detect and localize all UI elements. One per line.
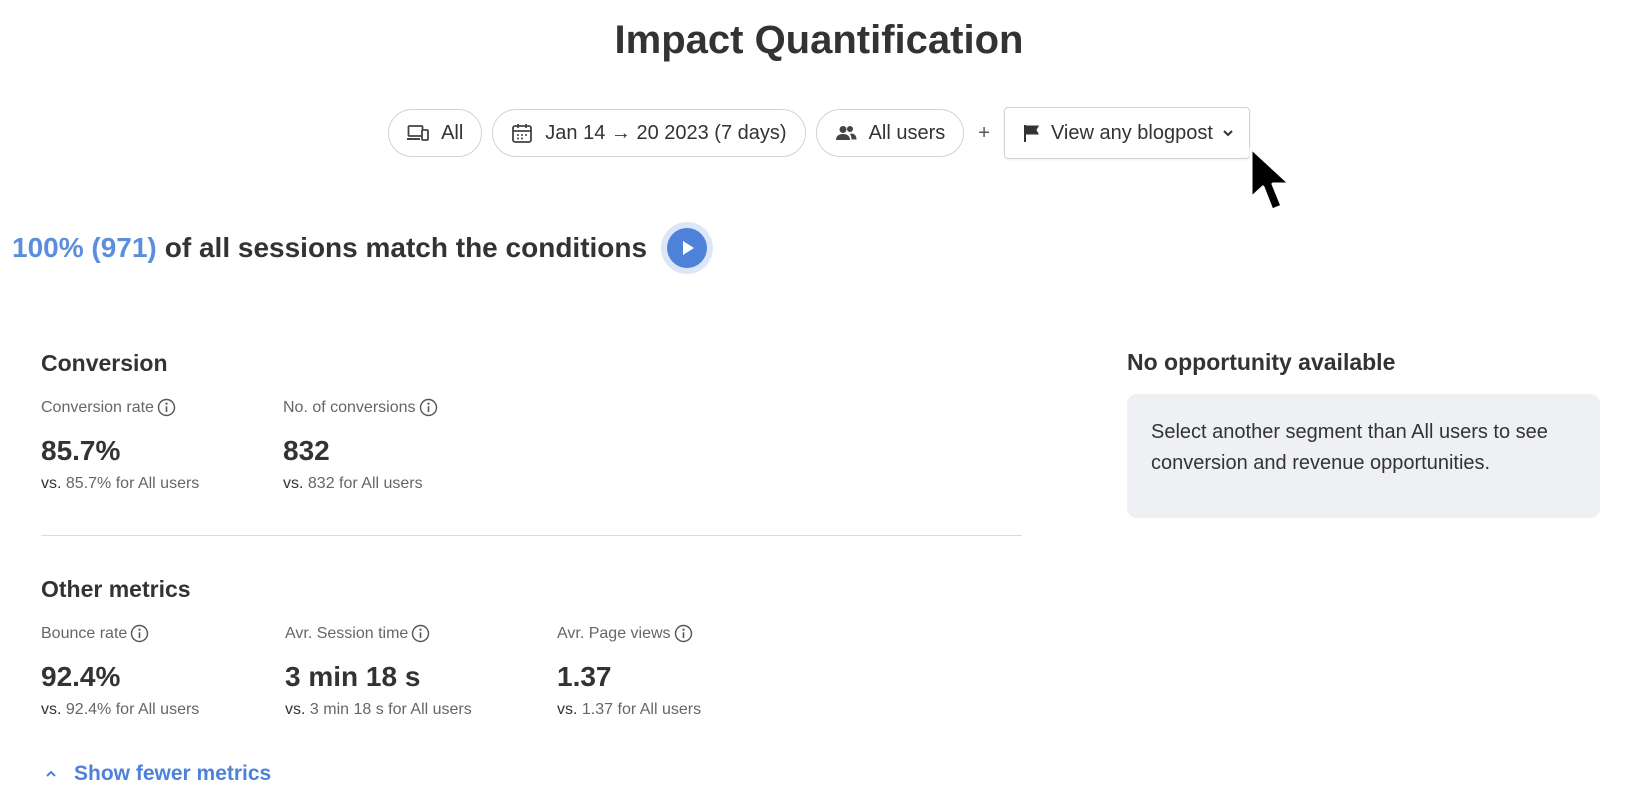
page-title: Impact Quantification: [614, 18, 1024, 62]
show-fewer-metrics-button[interactable]: Show fewer metrics: [44, 762, 271, 786]
sessions-summary: 100% (971) of all sessions match the con…: [12, 222, 714, 274]
segment-filter[interactable]: All users: [815, 109, 965, 157]
metric-label: No. of conversions: [283, 398, 416, 416]
metric-comparison: vs. 85.7% for All users: [41, 475, 200, 492]
mouse-cursor-icon: [1248, 146, 1304, 223]
chevron-down-icon: [1221, 126, 1235, 140]
bounce-rate-metric: Bounce rate 92.4% vs. 92.4% for All user…: [41, 624, 199, 719]
play-sessions-button[interactable]: [661, 222, 714, 274]
metric-value: 92.4%: [41, 661, 121, 692]
impact-quantification-page: Impact Quantification All Jan 14 → 20 20…: [0, 0, 1638, 800]
metric-value: 1.37: [557, 661, 612, 692]
other-metrics-title: Other metrics: [41, 576, 191, 602]
metric-comparison: vs. 3 min 18 s for All users: [285, 701, 472, 718]
page-views-metric: Avr. Page views 1.37 vs. 1.37 for All us…: [557, 624, 701, 719]
metric-label: Bounce rate: [41, 624, 128, 642]
metric-label: Avr. Session time: [285, 624, 409, 642]
users-icon: [835, 122, 857, 144]
opportunity-message: Select another segment than All users to…: [1151, 421, 1548, 474]
metric-comparison: vs. 92.4% for All users: [41, 701, 200, 718]
show-fewer-metrics-label: Show fewer metrics: [74, 762, 272, 785]
calendar-icon: [511, 122, 533, 144]
conversion-rate-metric: Conversion rate 85.7% vs. 85.7% for All …: [41, 398, 199, 493]
metric-label: Conversion rate: [41, 398, 154, 416]
device-filter[interactable]: All: [388, 109, 483, 157]
metric-value: 832: [283, 435, 330, 466]
metric-comparison: vs. 832 for All users: [283, 475, 423, 492]
info-icon[interactable]: [130, 624, 149, 643]
segment-label: All users: [868, 121, 946, 144]
date-range-label: Jan 14 → 20 2023 (7 days): [545, 121, 787, 144]
opportunity-title: No opportunity available: [1127, 349, 1396, 375]
filter-bar: All Jan 14 → 20 2023 (7 days) All users …: [0, 107, 1638, 159]
info-icon[interactable]: [674, 624, 693, 643]
metric-comparison: vs. 1.37 for All users: [557, 701, 702, 718]
metric-value: 85.7%: [41, 435, 121, 466]
info-icon[interactable]: [411, 624, 430, 643]
metric-value: 3 min 18 s: [285, 661, 421, 692]
add-condition-plus[interactable]: +: [978, 122, 990, 145]
device-filter-label: All: [441, 121, 464, 144]
metric-label: Avr. Page views: [557, 624, 671, 642]
flag-icon: [1021, 122, 1043, 144]
session-time-metric: Avr. Session time 3 min 18 s vs. 3 min 1…: [285, 624, 472, 719]
info-icon[interactable]: [157, 398, 176, 417]
chevron-up-icon: [44, 767, 58, 781]
date-range-filter[interactable]: Jan 14 → 20 2023 (7 days): [492, 109, 806, 157]
goal-label: View any blogpost: [1050, 121, 1213, 144]
info-icon[interactable]: [419, 398, 438, 417]
devices-icon: [407, 122, 429, 144]
conversion-title: Conversion: [41, 350, 168, 376]
section-divider: [41, 535, 1022, 536]
sessions-text: of all sessions match the conditions: [164, 232, 648, 263]
conversions-count-metric: No. of conversions 832 vs. 832 for All u…: [283, 398, 438, 493]
sessions-percentage: 100% (971): [12, 232, 157, 263]
play-icon: [677, 238, 697, 258]
goal-dropdown[interactable]: View any blogpost: [1003, 107, 1250, 159]
opportunity-message-box: Select another segment than All users to…: [1127, 394, 1600, 518]
